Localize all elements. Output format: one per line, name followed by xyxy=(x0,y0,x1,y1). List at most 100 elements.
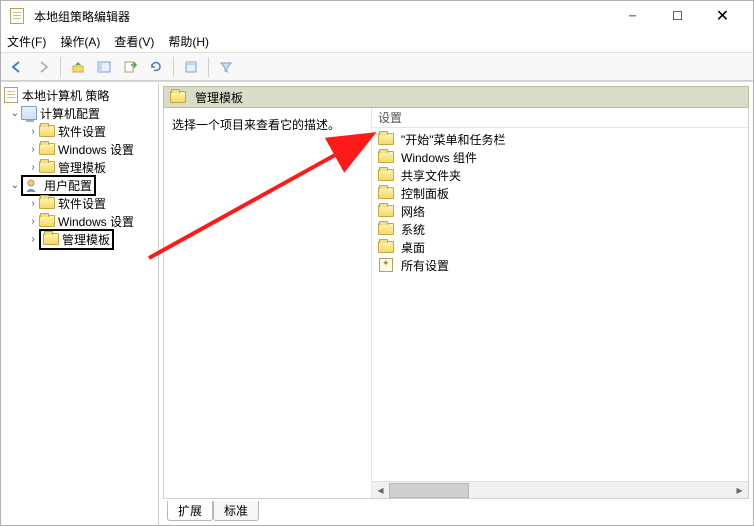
menu-file[interactable]: 文件(F) xyxy=(7,33,46,50)
tab-standard[interactable]: 标准 xyxy=(213,501,259,521)
folder-icon xyxy=(39,123,55,139)
caret-collapsed-icon[interactable]: › xyxy=(27,216,39,227)
title-bar: 本地组策略编辑器 ☐ ✕ xyxy=(1,1,753,31)
caret-collapsed-icon[interactable]: › xyxy=(27,198,39,209)
tree-root[interactable]: 本地计算机 策略 xyxy=(1,86,158,104)
tree-user-admin[interactable]: › 管理模板 xyxy=(1,230,158,248)
scroll-left-icon[interactable]: ◂ xyxy=(372,482,389,499)
item-start-label: "开始"菜单和任务栏 xyxy=(401,131,506,148)
item-all-settings[interactable]: 所有设置 xyxy=(376,256,744,274)
app-window: 本地组策略编辑器 ☐ ✕ 文件(F) 操作(A) 查看(V) 帮助(H) xyxy=(0,0,754,526)
pane-header-label: 管理模板 xyxy=(195,89,243,106)
export-button[interactable] xyxy=(118,55,142,79)
tree-user-win[interactable]: › Windows 设置 xyxy=(1,212,158,230)
minimize-button[interactable] xyxy=(610,1,655,31)
close-button[interactable]: ✕ xyxy=(700,1,745,31)
scroll-track[interactable] xyxy=(389,482,731,499)
folder-icon xyxy=(378,167,394,183)
properties-button[interactable] xyxy=(179,55,203,79)
column-header-setting-label: 设置 xyxy=(378,109,402,126)
tab-extended-label: 扩展 xyxy=(178,504,202,518)
window-title: 本地组策略编辑器 xyxy=(34,8,130,25)
tree-computer-config[interactable]: ⌄ 计算机配置 xyxy=(1,104,158,122)
folder-icon xyxy=(378,185,394,201)
list-column: 设置 "开始"菜单和任务栏 Windows 组件 共享文件夹 控制面板 网络 系… xyxy=(372,108,748,498)
folder-icon xyxy=(378,221,394,237)
policy-icon xyxy=(3,87,19,103)
folder-icon xyxy=(378,131,394,147)
item-network[interactable]: 网络 xyxy=(376,202,744,220)
folder-icon xyxy=(43,231,59,247)
tree-user-admin-label: 管理模板 xyxy=(62,231,110,248)
tree-computer-label: 计算机配置 xyxy=(40,105,100,122)
tree-user-soft[interactable]: › 软件设置 xyxy=(1,194,158,212)
folder-icon xyxy=(170,89,186,105)
tab-extended[interactable]: 扩展 xyxy=(167,501,213,521)
tree-user-label: 用户配置 xyxy=(44,177,92,194)
tab-standard-label: 标准 xyxy=(224,504,248,518)
item-list: "开始"菜单和任务栏 Windows 组件 共享文件夹 控制面板 网络 系统 桌… xyxy=(372,128,748,481)
tree-pane[interactable]: 本地计算机 策略 ⌄ 计算机配置 › 软件设置 › Windows 设置 › 管… xyxy=(1,82,159,525)
description-prompt: 选择一个项目来查看它的描述。 xyxy=(172,118,340,132)
scroll-thumb[interactable] xyxy=(389,483,469,498)
item-shared-label: 共享文件夹 xyxy=(401,167,461,184)
pane-header: 管理模板 xyxy=(163,86,749,108)
item-desktop-label: 桌面 xyxy=(401,239,425,256)
tree-computer-soft-label: 软件设置 xyxy=(58,123,106,140)
item-start-menu[interactable]: "开始"菜单和任务栏 xyxy=(376,130,744,148)
caret-expanded-icon[interactable]: ⌄ xyxy=(9,180,21,191)
caret-collapsed-icon[interactable]: › xyxy=(27,144,39,155)
caret-collapsed-icon[interactable]: › xyxy=(27,126,39,137)
item-control-panel[interactable]: 控制面板 xyxy=(376,184,744,202)
caret-collapsed-icon[interactable]: › xyxy=(27,162,39,173)
scroll-right-icon[interactable]: ▸ xyxy=(731,482,748,499)
tree-computer-win[interactable]: › Windows 设置 xyxy=(1,140,158,158)
folder-icon xyxy=(39,195,55,211)
all-settings-icon xyxy=(378,257,394,273)
folder-icon xyxy=(378,149,394,165)
user-icon xyxy=(25,177,41,193)
caret-expanded-icon[interactable]: ⌄ xyxy=(9,108,21,119)
folder-icon xyxy=(39,141,55,157)
filter-button[interactable] xyxy=(214,55,238,79)
folder-icon xyxy=(39,159,55,175)
back-button[interactable] xyxy=(5,55,29,79)
refresh-button[interactable] xyxy=(144,55,168,79)
up-button[interactable] xyxy=(66,55,90,79)
maximize-button[interactable]: ☐ xyxy=(655,1,700,31)
item-system[interactable]: 系统 xyxy=(376,220,744,238)
menu-view[interactable]: 查看(V) xyxy=(114,33,154,50)
menu-help[interactable]: 帮助(H) xyxy=(168,33,209,50)
toolbar xyxy=(1,53,753,81)
tree-user-config[interactable]: ⌄ 用户配置 xyxy=(1,176,158,194)
description-column: 选择一个项目来查看它的描述。 xyxy=(164,108,372,498)
tree-user-soft-label: 软件设置 xyxy=(58,195,106,212)
forward-button[interactable] xyxy=(31,55,55,79)
tree-computer-admin-label: 管理模板 xyxy=(58,159,106,176)
tree-computer-win-label: Windows 设置 xyxy=(58,141,134,158)
horizontal-scrollbar[interactable]: ◂ ▸ xyxy=(372,481,748,498)
show-hide-tree-button[interactable] xyxy=(92,55,116,79)
item-windows-components[interactable]: Windows 组件 xyxy=(376,148,744,166)
tree-computer-soft[interactable]: › 软件设置 xyxy=(1,122,158,140)
item-network-label: 网络 xyxy=(401,203,425,220)
tab-strip: 扩展 标准 xyxy=(163,501,749,523)
item-all-label: 所有设置 xyxy=(401,257,449,274)
item-desktop[interactable]: 桌面 xyxy=(376,238,744,256)
body: 本地计算机 策略 ⌄ 计算机配置 › 软件设置 › Windows 设置 › 管… xyxy=(1,81,753,525)
tree-computer-admin[interactable]: › 管理模板 xyxy=(1,158,158,176)
item-wincomp-label: Windows 组件 xyxy=(401,149,477,166)
item-system-label: 系统 xyxy=(401,221,425,238)
tree-user-win-label: Windows 设置 xyxy=(58,213,134,230)
tree-root-label: 本地计算机 策略 xyxy=(22,87,109,104)
folder-icon xyxy=(378,239,394,255)
folder-icon xyxy=(378,203,394,219)
app-icon xyxy=(9,8,25,24)
column-header-setting[interactable]: 设置 xyxy=(372,108,748,128)
caret-collapsed-icon[interactable]: › xyxy=(27,234,39,245)
menu-bar: 文件(F) 操作(A) 查看(V) 帮助(H) xyxy=(1,31,753,53)
menu-action[interactable]: 操作(A) xyxy=(60,33,100,50)
pane-content: 选择一个项目来查看它的描述。 设置 "开始"菜单和任务栏 Windows 组件 … xyxy=(163,108,749,499)
computer-icon xyxy=(21,105,37,121)
item-shared-folders[interactable]: 共享文件夹 xyxy=(376,166,744,184)
